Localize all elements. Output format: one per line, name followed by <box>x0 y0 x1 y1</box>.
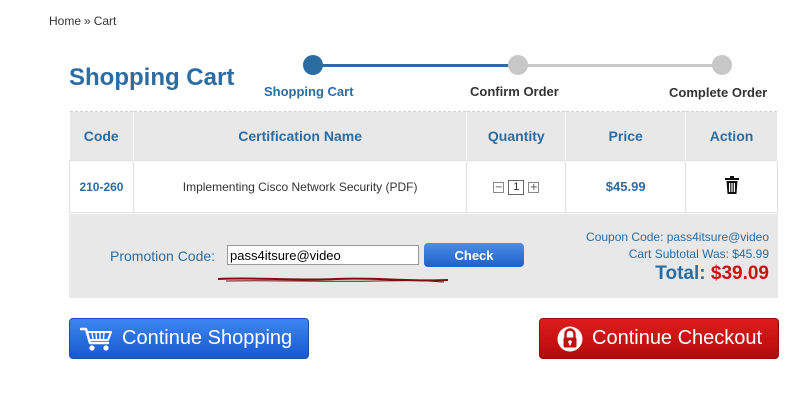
order-summary: Coupon Code: pass4itsure@video Cart Subt… <box>586 230 769 285</box>
checkout-progress: Shopping Cart Confirm Order Complete Ord… <box>262 54 782 104</box>
continue-shopping-button[interactable]: Continue Shopping <box>69 318 309 359</box>
header-price: Price <box>565 111 687 161</box>
page-title: Shopping Cart <box>69 64 235 91</box>
header-certification-name: Certification Name <box>133 111 468 161</box>
table-header-row: Code Certification Name Quantity Price A… <box>69 111 778 161</box>
item-name: Implementing Cisco Network Security (PDF… <box>132 160 468 213</box>
continue-checkout-label: Continue Checkout <box>592 327 763 349</box>
step-dot-confirm-order <box>508 55 528 75</box>
total-label: Total: <box>655 263 706 284</box>
promotion-code-input[interactable] <box>227 245 419 265</box>
coupon-code-text: Coupon Code: pass4itsure@video <box>586 230 769 244</box>
underline-scribble <box>217 277 449 283</box>
header-code: Code <box>69 111 134 161</box>
item-quantity-cell: − 1 + <box>466 160 567 213</box>
quantity-stepper: − 1 + <box>493 179 540 195</box>
promotion-panel: Promotion Code: Check Coupon Code: pass4… <box>69 214 778 298</box>
breadcrumb: Home» Cart <box>49 14 116 28</box>
breadcrumb-current: Cart <box>93 14 117 28</box>
header-quantity: Quantity <box>466 111 567 161</box>
total-amount: $39.09 <box>710 263 769 284</box>
quantity-value[interactable]: 1 <box>508 179 525 195</box>
progress-line-pending <box>518 64 723 67</box>
breadcrumb-home-link[interactable]: Home <box>49 14 81 28</box>
check-button[interactable]: Check <box>424 243 524 267</box>
continue-checkout-button[interactable]: Continue Checkout <box>539 318 779 359</box>
breadcrumb-separator: » <box>84 14 91 28</box>
continue-shopping-label: Continue Shopping <box>122 327 293 349</box>
cart-subtotal-text: Cart Subtotal Was: $45.99 <box>628 247 769 261</box>
total-line: Total: $39.09 <box>586 263 769 285</box>
item-price: $45.99 <box>565 160 687 213</box>
progress-line-completed <box>313 64 518 67</box>
quantity-decrement-button[interactable]: − <box>493 181 505 193</box>
cart-icon <box>80 326 114 352</box>
cart-table: Code Certification Name Quantity Price A… <box>69 111 778 213</box>
step-label-complete-order: Complete Order <box>669 85 768 100</box>
quantity-increment-button[interactable]: + <box>528 181 540 193</box>
trash-icon[interactable] <box>724 176 740 197</box>
item-code: 210-260 <box>69 160 134 213</box>
lock-icon <box>557 324 583 354</box>
promotion-code-label: Promotion Code: <box>110 248 216 264</box>
table-row: 210-260 Implementing Cisco Network Secur… <box>69 160 778 213</box>
step-dot-shopping-cart <box>303 55 323 75</box>
step-label-confirm-order: Confirm Order <box>470 84 559 99</box>
item-action-cell <box>685 160 778 213</box>
step-dot-complete-order <box>712 55 732 75</box>
step-label-shopping-cart: Shopping Cart <box>264 84 354 99</box>
header-action: Action <box>685 111 778 161</box>
